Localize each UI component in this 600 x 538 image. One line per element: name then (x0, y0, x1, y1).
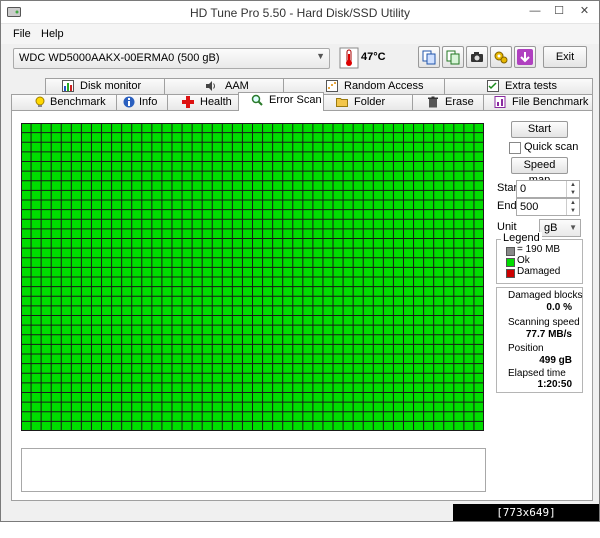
ok-label: Ok (517, 255, 530, 266)
tab-erase[interactable]: Erase (412, 94, 484, 110)
title-bar[interactable]: HD Tune Pro 5.50 - Hard Disk/SSD Utility… (1, 1, 599, 24)
legend-title: Legend (501, 232, 542, 244)
options-button[interactable] (490, 46, 512, 68)
trash-icon (428, 96, 438, 108)
damaged-label: Damaged (517, 266, 561, 277)
file-chart-icon (494, 96, 506, 108)
spin-down-icon[interactable]: ▼ (566, 207, 579, 215)
scatter-chart-icon (326, 80, 338, 92)
quick-scan-checkbox[interactable] (509, 142, 521, 154)
start-value: 0 (520, 183, 527, 195)
damaged-blocks-label: Damaged blocks (508, 290, 583, 301)
end-label: End (497, 200, 517, 212)
gear-icon (494, 51, 508, 64)
start-scan-button[interactable]: Start (511, 121, 568, 138)
damaged-swatch (506, 269, 515, 278)
chevron-down-icon: ▼ (316, 51, 325, 61)
temperature-readout: 47°C (361, 51, 386, 63)
position-label: Position (508, 343, 544, 354)
block-map (21, 123, 484, 431)
chart-icon (62, 80, 74, 92)
speaker-icon (206, 81, 215, 91)
magnifier-icon (251, 94, 263, 106)
folder-icon (336, 98, 348, 107)
spin-up-icon[interactable]: ▲ (566, 181, 579, 189)
thermometer-icon (339, 47, 359, 69)
exit-button[interactable]: Exit (543, 46, 587, 68)
drive-select-value: WDC WD5000AAKX-00ERMA0 (500 gB) (19, 52, 220, 64)
chevron-down-icon: ▼ (569, 223, 577, 232)
screenshot-button[interactable] (466, 46, 488, 68)
tab-label: Info (139, 96, 158, 108)
damaged-blocks-value: 0.0 % (546, 302, 572, 313)
tab-file-benchmark[interactable]: File Benchmark (483, 94, 593, 110)
error-scan-panel: Start Quick scan Speed map Start 0 ▲ ▼ E… (11, 110, 593, 501)
tab-label: Health (200, 96, 232, 108)
block-size-swatch (506, 247, 515, 256)
maximize-button[interactable]: ☐ (547, 1, 571, 21)
unit-select[interactable]: gB ▼ (539, 219, 581, 237)
tab-error-scan[interactable]: Error Scan (238, 92, 324, 111)
copy-text-button[interactable] (442, 46, 464, 68)
tab-benchmark[interactable]: Benchmark (11, 94, 117, 110)
tab-label: Erase (445, 96, 474, 108)
close-button[interactable]: ✕ (571, 1, 598, 21)
lightbulb-icon (35, 96, 45, 107)
position-value: 499 gB (539, 355, 572, 366)
medical-cross-icon (182, 96, 194, 108)
elapsed-time-value: 1:20:50 (537, 379, 572, 390)
tab-label: Disk monitor (80, 80, 142, 92)
copy-info-button[interactable] (418, 46, 440, 68)
window-title: HD Tune Pro 5.50 - Hard Disk/SSD Utility (189, 6, 411, 20)
scanning-speed-label: Scanning speed (508, 317, 580, 328)
end-value: 500 (520, 201, 539, 213)
app-window: HD Tune Pro 5.50 - Hard Disk/SSD Utility… (0, 0, 600, 522)
save-button[interactable] (514, 46, 536, 68)
tab-label: Random Access (344, 80, 424, 92)
tab-info[interactable]: Info (116, 94, 168, 110)
scan-log-box (21, 448, 486, 492)
tab-label: Extra tests (505, 80, 557, 92)
spin-down-icon[interactable]: ▼ (566, 189, 579, 197)
quick-scan-label: Quick scan (524, 141, 579, 153)
watermark: [773x649] http://upic.me/ (453, 504, 599, 536)
camera-icon (471, 52, 483, 62)
ok-swatch (506, 258, 515, 267)
block-size-label: = 190 MB (517, 244, 561, 255)
info-icon (123, 96, 135, 108)
checklist-icon (487, 80, 499, 92)
menu-file[interactable]: File (13, 28, 31, 40)
download-arrow-icon (517, 49, 533, 65)
menu-bar: File Help (1, 24, 599, 44)
tab-extra-tests[interactable]: Extra tests (444, 78, 593, 94)
spin-up-icon[interactable]: ▲ (566, 199, 579, 207)
menu-help[interactable]: Help (41, 28, 64, 40)
tab-health[interactable]: Health (167, 94, 239, 110)
start-spinner[interactable]: 0 ▲ ▼ (516, 180, 580, 198)
tab-folder-usage[interactable]: Folder Usage (323, 94, 413, 123)
tab-label: File Benchmark (512, 96, 589, 108)
elapsed-time-label: Elapsed time (508, 368, 566, 379)
toolbar: WDC WD5000AAKX-00ERMA0 (500 gB) ▼ 47°C E… (1, 44, 599, 74)
tab-label: Benchmark (50, 96, 106, 108)
tab-label: Error Scan (269, 94, 322, 106)
copy-info-icon (422, 50, 436, 65)
scanning-speed-value: 77.7 MB/s (525, 329, 572, 340)
minimize-button[interactable]: — (523, 1, 547, 21)
tab-disk-monitor[interactable]: Disk monitor (45, 78, 165, 94)
speed-map-button[interactable]: Speed map (511, 157, 568, 186)
end-spinner[interactable]: 500 ▲ ▼ (516, 198, 580, 216)
unit-value: gB (544, 222, 558, 234)
copy-text-icon (446, 50, 460, 65)
drive-select[interactable]: WDC WD5000AAKX-00ERMA0 (500 gB) ▼ (13, 48, 330, 69)
